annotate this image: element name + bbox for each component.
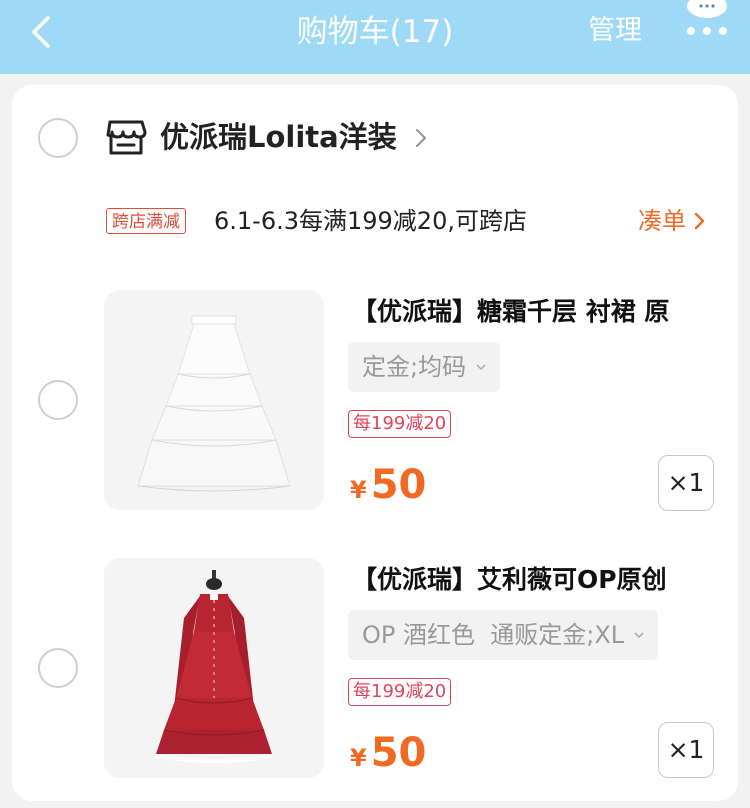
item-select-checkbox[interactable]: [38, 380, 78, 420]
price-amount: 50: [370, 730, 427, 776]
store-icon: [106, 120, 147, 155]
top-bar: 购物车(17) 管理: [0, 0, 750, 74]
chevron-down-icon: [634, 631, 644, 638]
more-dots-icon: [687, 0, 727, 35]
currency-symbol: ¥: [350, 744, 367, 772]
product-title[interactable]: 【优派瑞】艾利薇可OP原创: [352, 562, 667, 598]
price: ¥50: [350, 730, 426, 776]
manage-button[interactable]: 管理: [588, 13, 642, 49]
product-image-petticoat[interactable]: [104, 290, 324, 510]
product-image-dress[interactable]: [104, 558, 324, 778]
chevron-right-icon: [694, 212, 705, 230]
chevron-right-icon[interactable]: [414, 128, 428, 148]
item-select-checkbox[interactable]: [38, 648, 78, 688]
store-select-checkbox[interactable]: [38, 118, 78, 158]
quantity-stepper[interactable]: ×1: [658, 455, 714, 511]
add-on-label: 凑单: [638, 207, 686, 235]
currency-symbol: ¥: [350, 476, 367, 504]
sku-text: 定金;均码: [362, 353, 467, 381]
sku-selector[interactable]: 定金;均码: [348, 342, 501, 392]
price: ¥50: [350, 462, 426, 508]
chevron-down-icon: [476, 363, 486, 370]
price-amount: 50: [370, 462, 427, 508]
discount-badge: 每199减20: [348, 410, 452, 438]
discount-badge: 每199减20: [348, 678, 452, 706]
add-on-link[interactable]: 凑单: [638, 204, 706, 238]
more-button[interactable]: [684, 0, 730, 38]
store-name-link[interactable]: 优派瑞Lolita洋装: [160, 116, 397, 158]
sku-selector[interactable]: OP 酒红色 通贩定金;XL: [348, 610, 659, 660]
promo-tag: 跨店满减: [106, 208, 186, 234]
petticoat-image: [104, 290, 324, 510]
product-title[interactable]: 【优派瑞】糖霜千层 衬裙 原: [352, 294, 669, 330]
sku-text: OP 酒红色 通贩定金;XL: [362, 621, 625, 649]
promo-text: 6.1-6.3每满199减20,可跨店: [214, 207, 527, 235]
quantity-stepper[interactable]: ×1: [658, 722, 714, 778]
dress-image: [104, 558, 324, 778]
